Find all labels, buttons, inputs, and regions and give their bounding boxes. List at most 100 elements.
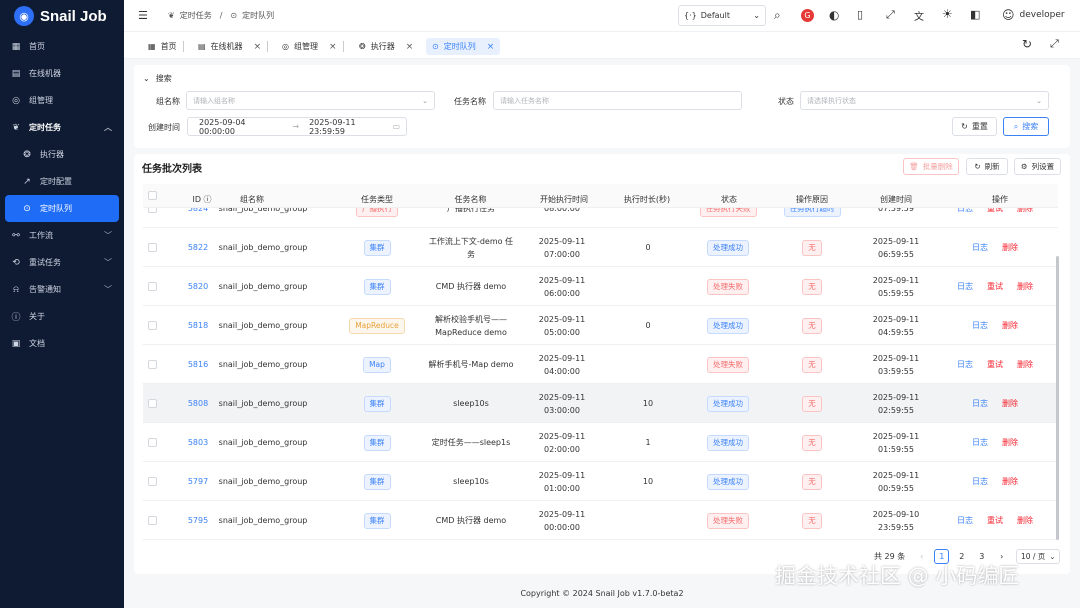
row-checkbox[interactable] xyxy=(147,516,157,525)
select-all-checkbox[interactable] xyxy=(148,191,157,200)
close-icon[interactable]: × xyxy=(254,42,262,52)
retry-link[interactable]: 重试 xyxy=(987,280,1003,293)
row-checkbox[interactable] xyxy=(147,208,157,213)
delete-link[interactable]: 删除 xyxy=(1017,358,1033,371)
table-row[interactable]: 5818 snail_job_demo_group MapReduce 解析校验手机号… xyxy=(143,306,1058,345)
table-body[interactable]: 5824 snail_job_demo_group 广播执行 广播执行任务 08:00:… xyxy=(0,208,1080,542)
close-icon[interactable]: × xyxy=(487,42,495,52)
retry-link[interactable]: 重试 xyxy=(987,358,1003,371)
delete-link[interactable]: 删除 xyxy=(1002,397,1018,410)
table-row[interactable]: 5795 snail_job_demo_group 集群 CMD 执行器 demo 20… xyxy=(143,501,1058,540)
table-scrollbar[interactable] xyxy=(1056,256,1059,540)
sidebar-item-online-machines[interactable]: ▤ 在线机器 xyxy=(0,60,124,87)
column-settings-button[interactable]: ⚙ 列设置 xyxy=(1014,158,1061,175)
header-id[interactable]: ID ⓘ xyxy=(187,194,217,205)
breadcrumb-item[interactable]: 定时任务 xyxy=(180,10,212,21)
row-checkbox[interactable] xyxy=(147,243,157,252)
tab-schedule-queue[interactable]: ⊙ 定时队列 × xyxy=(426,38,501,55)
row-checkbox[interactable] xyxy=(147,321,157,330)
task-id-link[interactable]: 5816 xyxy=(188,358,208,371)
group-name: snail_job_demo_group xyxy=(218,477,308,486)
row-checkbox[interactable] xyxy=(147,282,157,291)
table-row[interactable]: 5820 snail_job_demo_group 集群 CMD 执行器 demo 20… xyxy=(143,267,1058,306)
table-row[interactable]: 5797 snail_job_demo_group 集群 sleep10s 2025-0… xyxy=(143,462,1058,501)
log-link[interactable]: 日志 xyxy=(972,241,988,254)
reload-icon[interactable]: ↻ xyxy=(1022,37,1032,51)
group-name-select[interactable]: 请输入组名称 ⌄ xyxy=(186,91,435,110)
sun-icon[interactable]: ☀ xyxy=(942,7,953,21)
table-row[interactable]: 5816 snail_job_demo_group Map 解析手机号-Map dem… xyxy=(143,345,1058,384)
retry-link[interactable]: 重试 xyxy=(987,514,1003,527)
table-row[interactable]: 5808 snail_job_demo_group 集群 sleep10s 2025-0… xyxy=(143,384,1058,423)
search-icon[interactable]: ⌕ xyxy=(774,8,781,23)
group-icon: ◎ xyxy=(282,42,289,51)
document-icon[interactable]: ▯ xyxy=(857,8,863,21)
task-id-link[interactable]: 5803 xyxy=(188,436,208,449)
log-link[interactable]: 日志 xyxy=(957,208,973,215)
sidebar-item-schedule-config[interactable]: ↗ 定时配置 xyxy=(0,168,124,195)
github-icon[interactable]: ◐ xyxy=(829,8,839,22)
delete-link[interactable]: 删除 xyxy=(1017,280,1033,293)
delete-link[interactable]: 删除 xyxy=(1002,475,1018,488)
task-id-link[interactable]: 5797 xyxy=(188,475,208,488)
fullscreen-icon[interactable]: ⤢ xyxy=(1050,37,1059,51)
app-logo[interactable]: ◉ Snail Job xyxy=(14,6,107,26)
table-row[interactable]: 5803 snail_job_demo_group 集群 定时任务——sleep1s 2… xyxy=(143,423,1058,462)
delete-link[interactable]: 删除 xyxy=(1017,208,1033,215)
search-button[interactable]: ⌕ 搜索 xyxy=(1003,117,1049,136)
log-link[interactable]: 日志 xyxy=(972,397,988,410)
task-id-link[interactable]: 5818 xyxy=(188,319,208,332)
created-time-range[interactable]: 2025-09-04 00:00:00 → 2025-09-11 23:59:5… xyxy=(187,117,407,136)
delete-link[interactable]: 删除 xyxy=(1002,241,1018,254)
task-id-link[interactable]: 5822 xyxy=(188,241,208,254)
refresh-button[interactable]: ↻ 刷新 xyxy=(966,158,1008,175)
status-select[interactable]: 请选择执行状态 ⌄ xyxy=(800,91,1049,110)
table-row[interactable]: 5822 snail_job_demo_group 集群 工作流上下文-demo 任务… xyxy=(143,228,1058,267)
tab-groups[interactable]: ◎ 组管理 × xyxy=(276,38,344,55)
log-link[interactable]: 日志 xyxy=(972,436,988,449)
menu-fold-icon[interactable]: ☰ xyxy=(138,9,148,22)
tab-online-machines[interactable]: ▤ 在线机器 × xyxy=(192,38,269,55)
task-id-link[interactable]: 5820 xyxy=(188,280,208,293)
sidebar-item-home[interactable]: ▦ 首页 xyxy=(0,33,124,60)
row-checkbox[interactable] xyxy=(147,477,157,486)
task-id-link[interactable]: 5795 xyxy=(188,514,208,527)
gitee-icon[interactable]: G xyxy=(801,9,814,22)
row-checkbox[interactable] xyxy=(147,438,157,447)
batch-delete-button[interactable]: 🗑 批量删除 xyxy=(903,158,959,175)
delete-link[interactable]: 删除 xyxy=(1002,319,1018,332)
table-title: 任务批次列表 xyxy=(142,164,202,175)
log-link[interactable]: 日志 xyxy=(957,514,973,527)
user-menu[interactable]: ☺ developer xyxy=(1002,8,1065,22)
close-icon[interactable]: × xyxy=(329,42,337,52)
tab-label: 组管理 xyxy=(293,42,318,51)
sidebar-item-groups[interactable]: ◎ 组管理 xyxy=(0,87,124,114)
log-link[interactable]: 日志 xyxy=(972,475,988,488)
log-link[interactable]: 日志 xyxy=(972,319,988,332)
tab-executors[interactable]: ❂ 执行器 × xyxy=(353,38,419,55)
row-checkbox[interactable] xyxy=(147,360,157,369)
close-icon[interactable]: × xyxy=(406,42,414,52)
sidebar-item-executors[interactable]: ❂ 执行器 xyxy=(0,141,124,168)
delete-link[interactable]: 删除 xyxy=(1017,514,1033,527)
task-id-link[interactable]: 5824 xyxy=(188,208,208,215)
table-cell: 2025-09-11 05:00:00 xyxy=(525,306,599,345)
translate-icon[interactable]: 文 xyxy=(914,8,924,23)
log-link[interactable]: 日志 xyxy=(957,280,973,293)
reset-button[interactable]: ↻ 重置 xyxy=(952,117,997,136)
page-size-select[interactable]: 10 / 页 ⌄ xyxy=(1016,549,1061,564)
table-row-partial[interactable]: 5824 snail_job_demo_group 广播执行 广播执行任务 08:00:… xyxy=(143,208,1058,228)
retry-link[interactable]: 重试 xyxy=(987,208,1003,215)
theme-config-icon[interactable]: ◧ xyxy=(970,8,980,21)
breadcrumb-item[interactable]: 定时队列 xyxy=(242,10,274,21)
log-link[interactable]: 日志 xyxy=(957,358,973,371)
search-collapse-toggle[interactable]: ⌄ 搜索 xyxy=(143,73,172,84)
fullscreen-icon[interactable]: ⤢ xyxy=(886,8,895,22)
tab-home[interactable]: ▦ 首页 xyxy=(142,38,184,55)
row-checkbox[interactable] xyxy=(147,399,157,408)
theme-select[interactable]: {·} Default ⌄ xyxy=(678,5,766,26)
task-name-input[interactable]: 请输入任务名称 xyxy=(493,91,742,110)
task-id-link[interactable]: 5808 xyxy=(188,397,208,410)
delete-link[interactable]: 删除 xyxy=(1002,436,1018,449)
sidebar-item-scheduled-tasks[interactable]: ❦ 定时任务 ︿ xyxy=(0,114,124,141)
